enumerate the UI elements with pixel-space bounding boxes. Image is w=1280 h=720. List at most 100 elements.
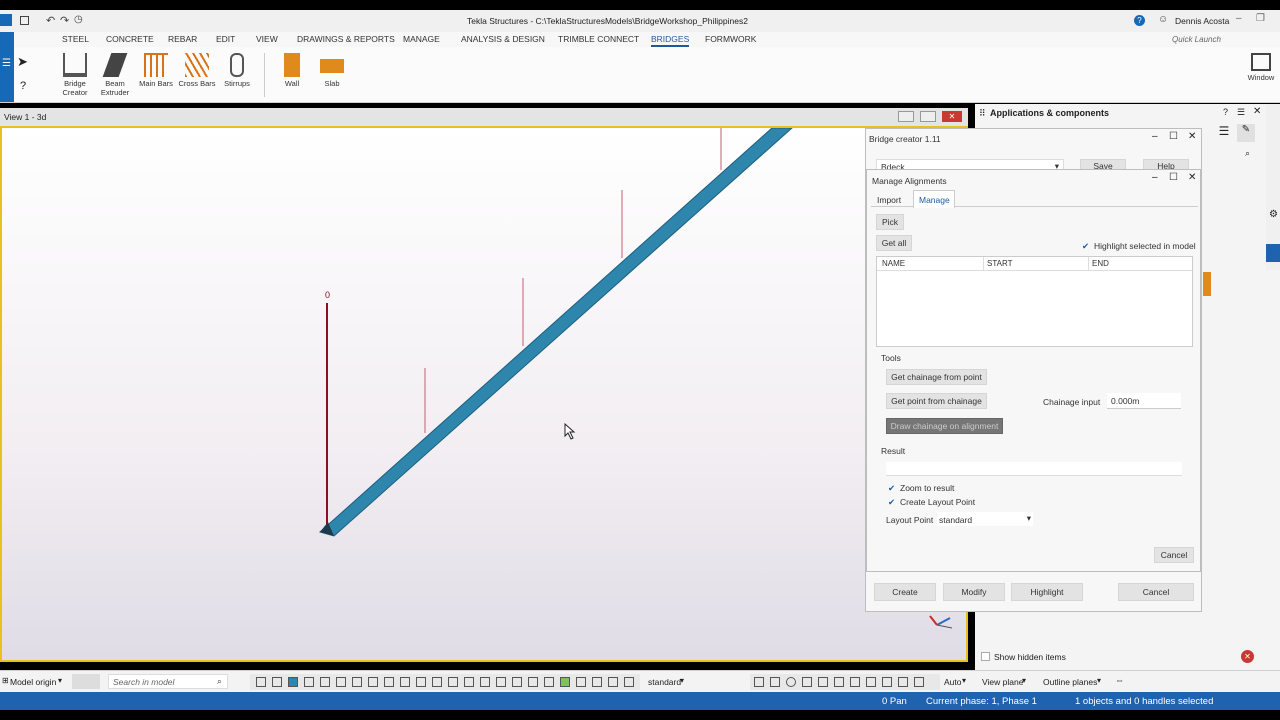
slab-button[interactable]: Slab (318, 53, 346, 88)
highlight-button[interactable]: Highlight (1011, 583, 1083, 601)
snap-icon[interactable] (512, 677, 522, 687)
snap-icon[interactable] (592, 677, 602, 687)
panel-menu-icon[interactable]: ☰ (1215, 124, 1233, 142)
snap-icon[interactable] (850, 677, 860, 687)
model-origin-dropdown[interactable]: Model origin (10, 677, 56, 687)
result-field[interactable] (886, 462, 1182, 476)
snap-icon[interactable] (480, 677, 490, 687)
snap-icon[interactable] (608, 677, 618, 687)
menu-trimble-connect[interactable]: TRIMBLE CONNECT (558, 34, 639, 44)
snap-icon[interactable] (528, 677, 538, 687)
menu-rebar[interactable]: REBAR (168, 34, 197, 44)
menu-bridges[interactable]: BRIDGES (651, 34, 690, 47)
layout-point-dropdown[interactable]: standard ▾ (937, 512, 1033, 526)
menu-drawings-reports[interactable]: DRAWINGS & REPORTS (297, 34, 395, 44)
snap-icon[interactable] (368, 677, 378, 687)
minimize-icon[interactable]: – (1236, 13, 1242, 24)
bridge-creator-maximize-icon[interactable]: ☐ (1169, 131, 1178, 142)
origin-chevron-icon[interactable]: ▾ (58, 676, 62, 685)
standard-dropdown[interactable]: standard (648, 677, 681, 687)
help-icon[interactable]: ? (1134, 15, 1145, 26)
status-phase[interactable]: Current phase: 1, Phase 1 (926, 696, 1037, 707)
snap-icon[interactable] (432, 677, 442, 687)
menu-steel[interactable]: STEEL (62, 34, 89, 44)
model-viewport[interactable]: 0 (0, 126, 968, 662)
column-start[interactable]: START (987, 259, 1012, 268)
snap-icon[interactable] (866, 677, 876, 687)
view-restore-icon[interactable] (920, 111, 936, 122)
snap-icon[interactable] (560, 677, 570, 687)
settings-icon[interactable]: ⚙ (1269, 209, 1278, 220)
menu-formwork[interactable]: FORMWORK (705, 34, 756, 44)
panel-pin-icon[interactable]: ✎ (1237, 124, 1255, 142)
checkmark-icon[interactable]: ✔ (1082, 241, 1089, 252)
snap-icon[interactable] (384, 677, 394, 687)
snap-icon[interactable] (914, 677, 924, 687)
snap-icon[interactable] (352, 677, 362, 687)
quick-launch-input[interactable]: Quick Launch (1172, 35, 1221, 44)
menu-edit[interactable]: EDIT (216, 34, 235, 44)
snap-icon[interactable] (400, 677, 410, 687)
tab-manage[interactable]: Manage (913, 190, 955, 208)
snap-icon[interactable] (544, 677, 554, 687)
pick-button[interactable]: Pick (876, 214, 904, 230)
zoom-checkmark-icon[interactable]: ✔ (888, 483, 895, 494)
manage-cancel-button[interactable]: Cancel (1154, 547, 1194, 563)
modify-button[interactable]: Modify (943, 583, 1005, 601)
auto-dropdown[interactable]: Auto (944, 677, 962, 687)
snap-icon[interactable] (320, 677, 330, 687)
tab-import[interactable]: Import (877, 195, 901, 205)
user-icon[interactable]: ☺ (1158, 14, 1168, 25)
view-close-icon[interactable]: ✕ (942, 111, 962, 122)
snap-icon[interactable] (272, 677, 282, 687)
create-button[interactable]: Create (874, 583, 936, 601)
main-bars-button[interactable]: Main Bars (138, 53, 174, 88)
snap-icon[interactable] (288, 677, 298, 687)
model-scene[interactable] (2, 128, 966, 660)
snap-icon[interactable] (624, 677, 634, 687)
snap-icon[interactable] (802, 677, 812, 687)
chainage-input-field[interactable]: 0.000m (1107, 393, 1181, 409)
show-hidden-checkbox[interactable] (981, 652, 990, 661)
get-all-button[interactable]: Get all (876, 235, 912, 251)
beam-extruder-button[interactable]: Beam Extruder (98, 53, 132, 97)
menu-concrete[interactable]: CONCRETE (106, 34, 154, 44)
snap-icon[interactable] (336, 677, 346, 687)
bridge-creator-button[interactable]: Bridge Creator (58, 53, 92, 97)
search-model-input[interactable]: Search in model ⌕ (108, 674, 228, 689)
get-chainage-from-point-button[interactable]: Get chainage from point (886, 369, 987, 385)
outline-planes-dropdown[interactable]: Outline planes (1043, 677, 1097, 687)
apps-active-icon[interactable] (1266, 244, 1280, 262)
bridge-deck-beam[interactable] (318, 128, 793, 537)
snap-icon[interactable] (448, 677, 458, 687)
snap-icon[interactable] (304, 677, 314, 687)
panel-search-icon[interactable]: ⌕ (1245, 148, 1250, 159)
stirrups-button[interactable]: Stirrups (222, 53, 252, 88)
snap-icon[interactable] (256, 677, 266, 687)
snap-icon[interactable] (834, 677, 844, 687)
window-button[interactable]: Window (1244, 53, 1278, 82)
view-minimize-icon[interactable] (898, 111, 914, 122)
get-point-from-chainage-button[interactable]: Get point from chainage (886, 393, 987, 409)
auto-chevron-icon[interactable]: ▾ (962, 676, 966, 685)
bridge-creator-minimize-icon[interactable]: – (1152, 131, 1158, 142)
search-icon[interactable]: ⌕ (217, 676, 222, 687)
cross-bars-button[interactable]: Cross Bars (178, 53, 216, 88)
bridge-cancel-button[interactable]: Cancel (1118, 583, 1194, 601)
snap-icon[interactable] (882, 677, 892, 687)
menu-analysis-design[interactable]: ANALYSIS & DESIGN (461, 34, 545, 44)
panel-help-icon[interactable]: ? (1223, 107, 1228, 117)
snap-icon[interactable] (576, 677, 586, 687)
layout-checkmark-icon[interactable]: ✔ (888, 497, 895, 508)
wall-button[interactable]: Wall (278, 53, 306, 88)
workplane-toggle[interactable] (72, 674, 100, 689)
snap-icon[interactable] (786, 677, 796, 687)
maximize-icon[interactable]: ❐ (1256, 13, 1265, 24)
snap-icon[interactable] (754, 677, 764, 687)
select-pointer-icon[interactable]: ➤ (17, 54, 28, 70)
manage-maximize-icon[interactable]: ☐ (1169, 172, 1178, 183)
menu-manage[interactable]: MANAGE (403, 34, 440, 44)
view-plane-chevron-icon[interactable]: ▾ (1022, 676, 1026, 685)
column-name[interactable]: NAME (882, 259, 905, 268)
draw-chainage-button[interactable]: Draw chainage on alignment (886, 418, 1003, 434)
